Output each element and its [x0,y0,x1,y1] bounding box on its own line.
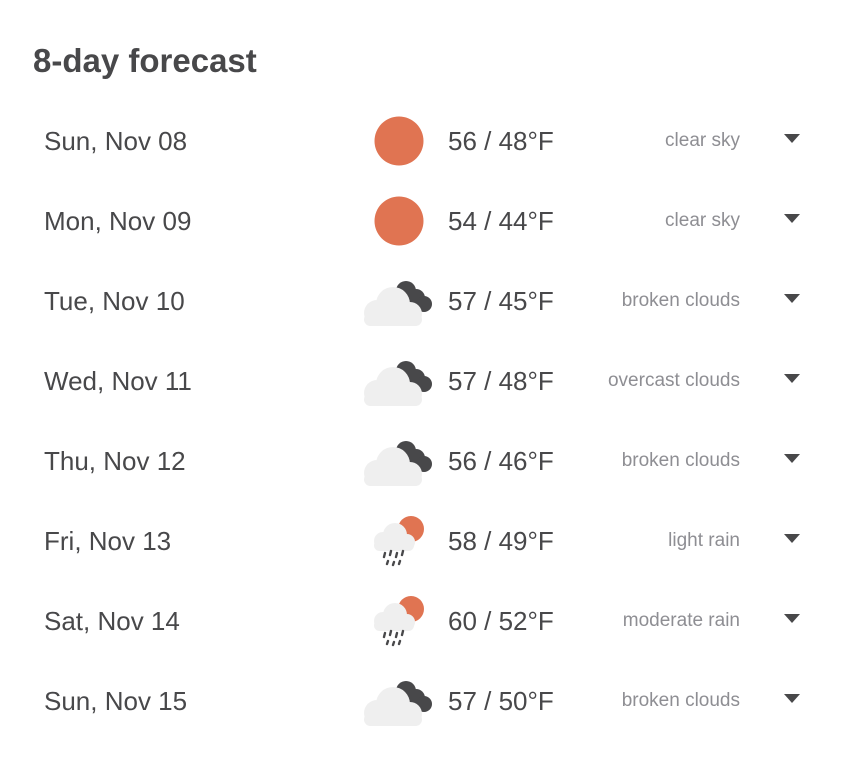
forecast-description: moderate rain [622,610,740,631]
forecast-row[interactable]: Sun, Nov 08 56 / 48°F clear sky [0,101,842,181]
forecast-date: Tue, Nov 10 [44,286,185,316]
expand-chevron-icon[interactable] [778,125,806,153]
forecast-temperature: 57 / 50°F [448,686,554,716]
forecast-temperature: 57 / 45°F [448,286,554,316]
forecast-description: light rain [668,530,740,551]
clouds-icon [360,271,436,331]
clear-sky-icon [360,111,436,171]
forecast-description: overcast clouds [607,370,740,391]
forecast-title: 8-day forecast [33,42,257,79]
forecast-temperature: 60 / 52°F [448,606,554,636]
forecast-description: broken clouds [621,450,740,471]
forecast-date: Thu, Nov 12 [44,446,186,476]
forecast-row[interactable]: Tue, Nov 10 57 / 45°F broken clouds [0,261,842,341]
expand-chevron-icon[interactable] [778,285,806,313]
forecast-description: clear sky [665,210,740,231]
forecast-row[interactable]: Sat, Nov 14 60 / 52°F moderate rain [0,581,842,661]
forecast-description: broken clouds [621,690,740,711]
forecast-row[interactable]: Fri, Nov 13 58 / 49°F light rain [0,501,842,581]
clear-sky-icon [360,191,436,251]
clouds-icon [360,431,436,491]
expand-chevron-icon[interactable] [778,365,806,393]
forecast-panel: 8-day forecast Sun, Nov 08 56 / 48°F cle… [0,0,842,772]
forecast-description: clear sky [665,130,740,151]
clouds-icon [360,351,436,411]
forecast-date: Mon, Nov 09 [44,206,192,236]
expand-chevron-icon[interactable] [778,605,806,633]
forecast-date: Sun, Nov 08 [44,126,188,156]
forecast-row[interactable]: Sun, Nov 15 57 / 50°F broken clouds [0,661,842,741]
rain-icon [360,591,436,651]
forecast-temperature: 54 / 44°F [448,206,554,236]
forecast-row[interactable]: Mon, Nov 09 54 / 44°F clear sky [0,181,842,261]
expand-chevron-icon[interactable] [778,445,806,473]
forecast-temperature: 57 / 48°F [448,366,554,396]
forecast-temperature: 56 / 46°F [448,446,554,476]
expand-chevron-icon[interactable] [778,205,806,233]
forecast-row[interactable]: Thu, Nov 12 56 / 46°F broken clouds [0,421,842,501]
forecast-description: broken clouds [621,290,740,311]
forecast-date: Wed, Nov 11 [44,366,192,396]
forecast-temperature: 56 / 48°F [448,126,554,156]
expand-chevron-icon[interactable] [778,525,806,553]
forecast-date: Sun, Nov 15 [44,686,188,716]
forecast-temperature: 58 / 49°F [448,526,554,556]
forecast-row[interactable]: Wed, Nov 11 57 / 48°F overcast clouds [0,341,842,421]
clouds-icon [360,671,436,731]
forecast-date: Sat, Nov 14 [44,606,180,636]
forecast-date: Fri, Nov 13 [44,526,172,556]
expand-chevron-icon[interactable] [778,685,806,713]
rain-icon [360,511,436,571]
forecast-list: Sun, Nov 08 56 / 48°F clear sky Mon, Nov… [0,101,842,741]
